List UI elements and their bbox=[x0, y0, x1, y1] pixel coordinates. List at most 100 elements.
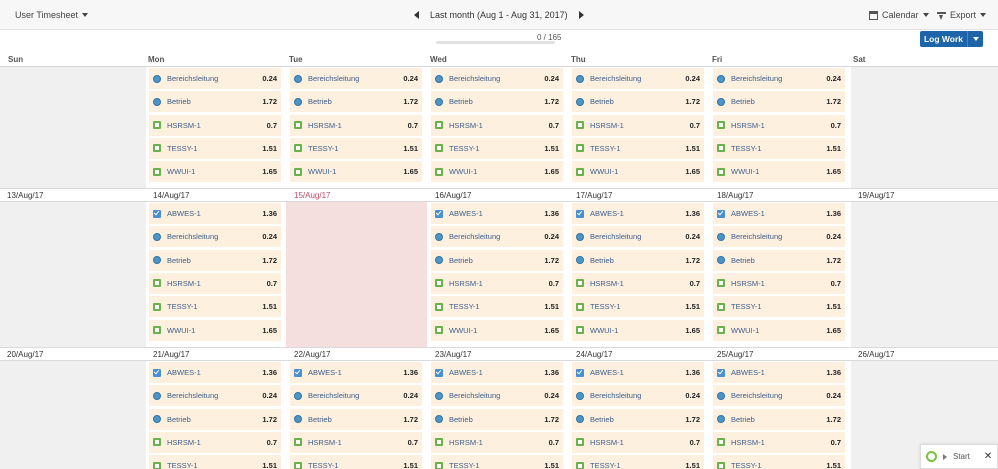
worklog-entry[interactable]: WWUI-1 1.65 bbox=[572, 319, 704, 341]
worklog-entry[interactable]: Bereichsleitung 0.24 bbox=[290, 385, 422, 407]
worklog-entry[interactable]: Betrieb 1.72 bbox=[713, 249, 845, 271]
worklog-entry[interactable]: WWUI-1 1.65 bbox=[290, 161, 422, 183]
worklog-entry[interactable]: HSRSM-1 0.7 bbox=[713, 431, 845, 453]
worklog-issue: Betrieb bbox=[308, 97, 332, 107]
worklog-entry[interactable]: HSRSM-1 0.7 bbox=[149, 114, 281, 136]
worklog-entry[interactable]: Bereichsleitung 0.24 bbox=[713, 226, 845, 248]
worklog-entry[interactable]: WWUI-1 1.65 bbox=[713, 319, 845, 341]
worklog-entry[interactable]: Betrieb 1.72 bbox=[431, 408, 563, 430]
worklog-entry[interactable]: Bereichsleitung 0.24 bbox=[431, 68, 563, 89]
weekend-cell bbox=[0, 67, 146, 188]
worklog-entry[interactable]: Betrieb 1.72 bbox=[572, 91, 704, 113]
export-button[interactable]: Export bbox=[937, 10, 987, 20]
worklog-entry[interactable]: TESSY-1 1.51 bbox=[290, 455, 422, 469]
worklog-entry[interactable]: WWUI-1 1.65 bbox=[431, 161, 563, 183]
weekend-cell bbox=[851, 202, 998, 347]
worklog-entry[interactable]: WWUI-1 1.65 bbox=[149, 161, 281, 183]
worklog-entry[interactable]: Bereichsleitung 0.24 bbox=[431, 226, 563, 248]
worklog-entry[interactable]: Betrieb 1.72 bbox=[431, 249, 563, 271]
worklog-entry[interactable]: HSRSM-1 0.7 bbox=[572, 431, 704, 453]
worklog-entry[interactable]: ABWES-1 1.36 bbox=[713, 203, 845, 224]
story-icon bbox=[294, 167, 302, 176]
worklog-entry[interactable]: Bereichsleitung 0.24 bbox=[713, 68, 845, 89]
worklog-entry[interactable]: TESSY-1 1.51 bbox=[149, 296, 281, 318]
worklog-entry[interactable]: ABWES-1 1.36 bbox=[149, 362, 281, 383]
worklog-entry[interactable]: Bereichsleitung 0.24 bbox=[572, 68, 704, 89]
view-selector[interactable]: User Timesheet bbox=[15, 10, 89, 20]
worklog-entry[interactable]: Betrieb 1.72 bbox=[149, 249, 281, 271]
story-icon bbox=[153, 438, 161, 447]
play-icon[interactable] bbox=[943, 453, 947, 460]
worklog-entry[interactable]: ABWES-1 1.36 bbox=[149, 203, 281, 224]
worklog-entry[interactable]: Bereichsleitung 0.24 bbox=[572, 385, 704, 407]
worklog-entry[interactable]: WWUI-1 1.65 bbox=[713, 161, 845, 183]
worklog-entry[interactable]: HSRSM-1 0.7 bbox=[431, 431, 563, 453]
log-work-button[interactable]: Log Work bbox=[920, 31, 967, 47]
worklog-entry[interactable]: HSRSM-1 0.7 bbox=[572, 272, 704, 294]
worklog-entry[interactable]: Betrieb 1.72 bbox=[572, 249, 704, 271]
next-period-icon[interactable] bbox=[578, 11, 584, 19]
worklog-entry[interactable]: ABWES-1 1.36 bbox=[431, 362, 563, 383]
worklog-entry[interactable]: WWUI-1 1.65 bbox=[149, 319, 281, 341]
prev-period-icon[interactable] bbox=[414, 11, 419, 19]
worklog-entry[interactable]: Betrieb 1.72 bbox=[290, 91, 422, 113]
worklog-hours: 1.65 bbox=[826, 325, 841, 335]
close-icon[interactable]: ✕ bbox=[984, 451, 992, 462]
worklog-issue: TESSY-1 bbox=[308, 461, 339, 469]
worklog-entry[interactable]: ABWES-1 1.36 bbox=[431, 203, 563, 224]
worklog-entry[interactable]: HSRSM-1 0.7 bbox=[149, 431, 281, 453]
worklog-entry[interactable]: HSRSM-1 0.7 bbox=[431, 272, 563, 294]
worklog-entry[interactable]: Betrieb 1.72 bbox=[290, 408, 422, 430]
worklog-entry[interactable]: Betrieb 1.72 bbox=[713, 408, 845, 430]
worklog-entry[interactable]: TESSY-1 1.51 bbox=[431, 296, 563, 318]
worklog-entry[interactable]: WWUI-1 1.65 bbox=[431, 319, 563, 341]
worklog-issue: HSRSM-1 bbox=[590, 437, 624, 447]
worklog-entry[interactable]: Bereichsleitung 0.24 bbox=[290, 68, 422, 89]
worklog-entry[interactable]: TESSY-1 1.51 bbox=[431, 455, 563, 469]
worklog-entry[interactable]: Betrieb 1.72 bbox=[431, 91, 563, 113]
worklog-entry[interactable]: TESSY-1 1.51 bbox=[431, 137, 563, 159]
worklog-entry[interactable]: TESSY-1 1.51 bbox=[713, 296, 845, 318]
worklog-entry[interactable]: ABWES-1 1.36 bbox=[290, 362, 422, 383]
worklog-entry[interactable]: TESSY-1 1.51 bbox=[149, 455, 281, 469]
calendar-button[interactable]: Calendar bbox=[869, 10, 929, 20]
period-navigator: Last month (Aug 1 - Aug 31, 2017) bbox=[414, 10, 584, 20]
worklog-issue: TESSY-1 bbox=[731, 461, 762, 469]
worklog-entry[interactable]: Bereichsleitung 0.24 bbox=[431, 385, 563, 407]
worklog-hours: 1.72 bbox=[685, 255, 700, 265]
worklog-entry[interactable]: TESSY-1 1.51 bbox=[572, 296, 704, 318]
worklog-entry[interactable]: Betrieb 1.72 bbox=[149, 408, 281, 430]
worklog-entry[interactable]: Bereichsleitung 0.24 bbox=[713, 385, 845, 407]
export-label: Export bbox=[950, 10, 977, 20]
worklog-entry[interactable]: TESSY-1 1.51 bbox=[572, 137, 704, 159]
worklog-entry[interactable]: ABWES-1 1.36 bbox=[572, 203, 704, 224]
worklog-entry[interactable]: HSRSM-1 0.7 bbox=[290, 114, 422, 136]
date-row bbox=[0, 347, 998, 361]
worklog-entry[interactable]: HSRSM-1 0.7 bbox=[713, 114, 845, 136]
worklog-entry[interactable]: Bereichsleitung 0.24 bbox=[149, 68, 281, 89]
worklog-entry[interactable]: TESSY-1 1.51 bbox=[290, 137, 422, 159]
worklog-entry[interactable]: Bereichsleitung 0.24 bbox=[572, 226, 704, 248]
worklog-entry[interactable]: Betrieb 1.72 bbox=[713, 91, 845, 113]
worklog-entry[interactable]: TESSY-1 1.51 bbox=[149, 137, 281, 159]
start-label[interactable]: Start bbox=[953, 452, 970, 461]
worklog-entry[interactable]: HSRSM-1 0.7 bbox=[431, 114, 563, 136]
worklog-issue: WWUI-1 bbox=[167, 167, 196, 177]
worklog-entry[interactable]: HSRSM-1 0.7 bbox=[713, 272, 845, 294]
worklog-entry[interactable]: TESSY-1 1.51 bbox=[572, 455, 704, 469]
chevron-down-icon bbox=[82, 13, 89, 17]
worklog-entry[interactable]: ABWES-1 1.36 bbox=[572, 362, 704, 383]
worklog-entry[interactable]: Bereichsleitung 0.24 bbox=[149, 226, 281, 248]
worklog-entry[interactable]: WWUI-1 1.65 bbox=[572, 161, 704, 183]
story-icon bbox=[153, 144, 161, 153]
worklog-entry[interactable]: TESSY-1 1.51 bbox=[713, 137, 845, 159]
worklog-entry[interactable]: Bereichsleitung 0.24 bbox=[149, 385, 281, 407]
worklog-entry[interactable]: TESSY-1 1.51 bbox=[713, 455, 845, 469]
log-work-dropdown[interactable] bbox=[967, 31, 983, 47]
worklog-entry[interactable]: HSRSM-1 0.7 bbox=[572, 114, 704, 136]
worklog-entry[interactable]: Betrieb 1.72 bbox=[572, 408, 704, 430]
worklog-entry[interactable]: ABWES-1 1.36 bbox=[713, 362, 845, 383]
worklog-entry[interactable]: HSRSM-1 0.7 bbox=[290, 431, 422, 453]
worklog-entry[interactable]: HSRSM-1 0.7 bbox=[149, 272, 281, 294]
worklog-entry[interactable]: Betrieb 1.72 bbox=[149, 91, 281, 113]
